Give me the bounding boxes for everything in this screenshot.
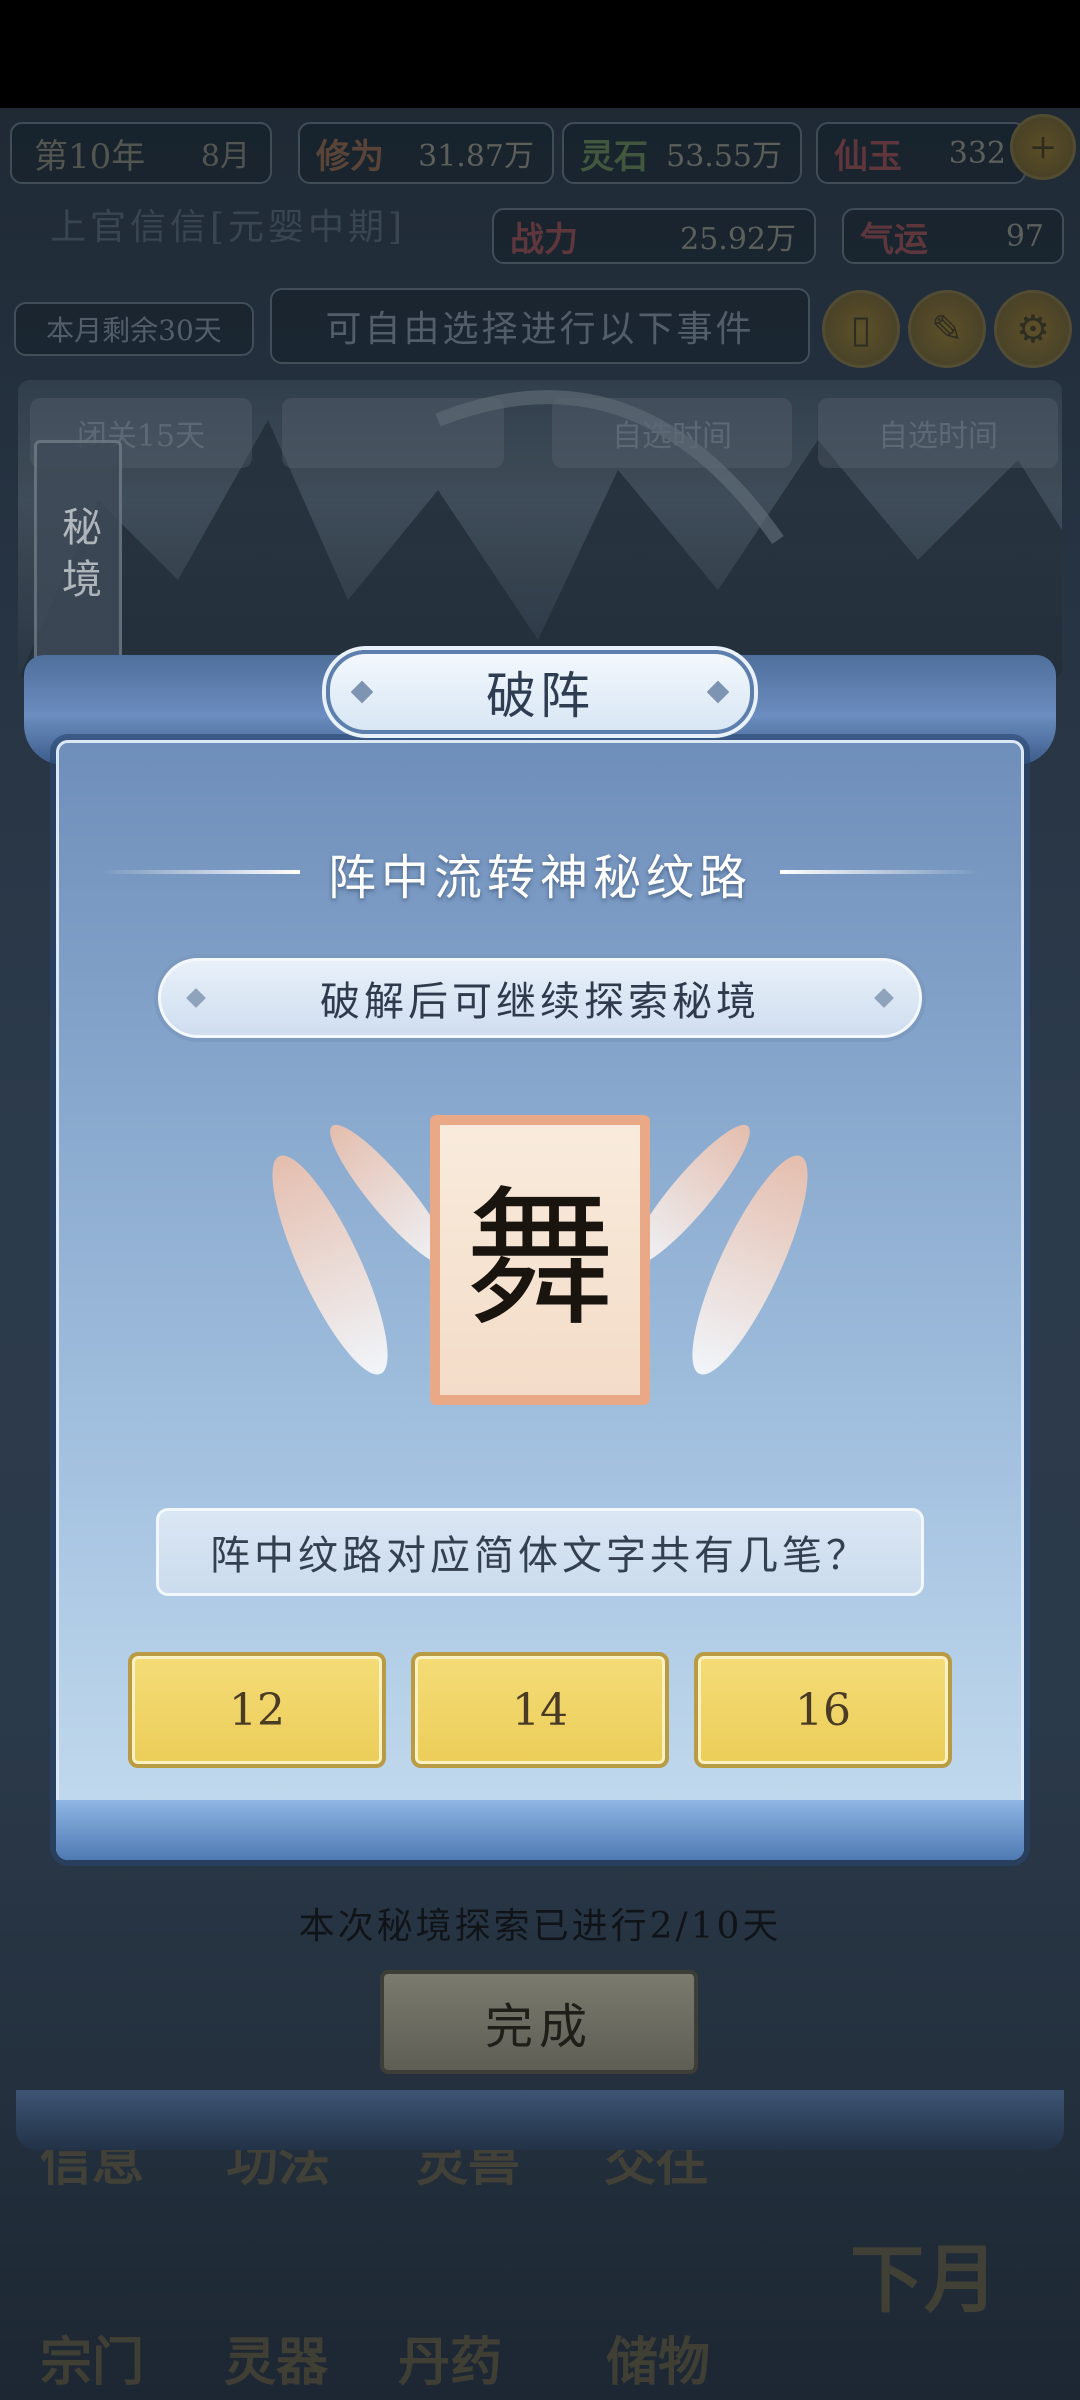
hint-right-ornament	[874, 988, 894, 1008]
exploration-progress: 本次秘境探索已进行2/10天	[298, 1906, 782, 1947]
power-label: 战力	[510, 219, 578, 260]
secret-realm-tag: 秘境	[34, 440, 122, 676]
character-name: 上官信信[元婴中期]	[50, 207, 407, 248]
luck-stat: 气运 97	[842, 208, 1064, 264]
plaque-left-ornament	[350, 680, 374, 704]
cultivation-label: 修为	[316, 136, 384, 177]
seal-glyph: 舞	[464, 1173, 615, 1347]
hint-text: 破解后可继续探索秘境	[320, 979, 760, 1025]
nav-pills[interactable]: 丹药	[398, 2320, 502, 2395]
dialog-title: 破阵	[486, 667, 594, 725]
year-label: 第10年	[34, 136, 146, 177]
plaque-right-ornament	[706, 680, 730, 704]
answer-button-1[interactable]: 12	[128, 1652, 386, 1768]
hint-left-ornament	[186, 988, 206, 1008]
add-jade-button[interactable]: +	[1010, 114, 1076, 180]
dialog-title-plaque: 破阵	[326, 650, 754, 734]
dialog-bottom-frame	[16, 2090, 1064, 2150]
power-value: 25.92万	[680, 222, 796, 257]
event-hint-bar: 可自由选择进行以下事件	[270, 288, 810, 364]
gear-icon-button[interactable]: ⚙	[994, 290, 1072, 368]
answer-button-3[interactable]: 16	[694, 1652, 952, 1768]
hint-banner: 破解后可继续探索秘境	[158, 958, 922, 1038]
power-stat: 战力 25.92万	[492, 208, 816, 264]
tab-second[interactable]	[282, 398, 504, 468]
luck-label: 气运	[860, 219, 928, 260]
cultivation-stat: 修为 31.87万	[298, 122, 554, 184]
answer-button-2[interactable]: 14	[411, 1652, 669, 1768]
cultivation-value: 31.87万	[418, 139, 534, 174]
tab-custom-time-2[interactable]: 自选时间	[818, 398, 1058, 468]
edit-icon-button[interactable]: ✎	[908, 290, 986, 368]
jade-value: 332	[948, 135, 1006, 171]
tab-custom-time-1[interactable]: 自选时间	[552, 398, 792, 468]
days-left-pill: 本月剩余30天	[14, 302, 254, 356]
dialog-scroll-bottom	[56, 1800, 1024, 1860]
spirit-stone-value: 53.55万	[666, 139, 782, 174]
date-pill: 第10年 8月	[10, 122, 272, 184]
nav-artifacts[interactable]: 灵器	[224, 2320, 328, 2395]
nav-sect[interactable]: 宗门	[40, 2320, 144, 2395]
month-label: 8月	[200, 139, 250, 174]
dialog-subtitle: 阵中流转神秘纹路	[327, 850, 752, 906]
status-bar	[0, 0, 1080, 108]
scroll-icon-button[interactable]: ▯	[822, 290, 900, 368]
next-month-button[interactable]: 下月	[850, 2220, 998, 2327]
question-box: 阵中纹路对应简体文字共有几笔？	[156, 1508, 924, 1596]
formation-seal: 舞	[252, 1085, 828, 1445]
done-button[interactable]: 完成	[380, 1970, 698, 2074]
spirit-stone-stat: 灵石 53.55万	[562, 122, 802, 184]
jade-label: 仙玉	[834, 136, 902, 177]
jade-stat: 仙玉 332	[816, 122, 1026, 184]
seal-card: 舞	[430, 1115, 650, 1405]
nav-storage[interactable]: 储物	[606, 2320, 710, 2395]
question-text: 阵中纹路对应简体文字共有几笔？	[210, 1533, 870, 1579]
luck-value: 97	[1005, 218, 1044, 254]
spirit-stone-label: 灵石	[580, 136, 648, 177]
